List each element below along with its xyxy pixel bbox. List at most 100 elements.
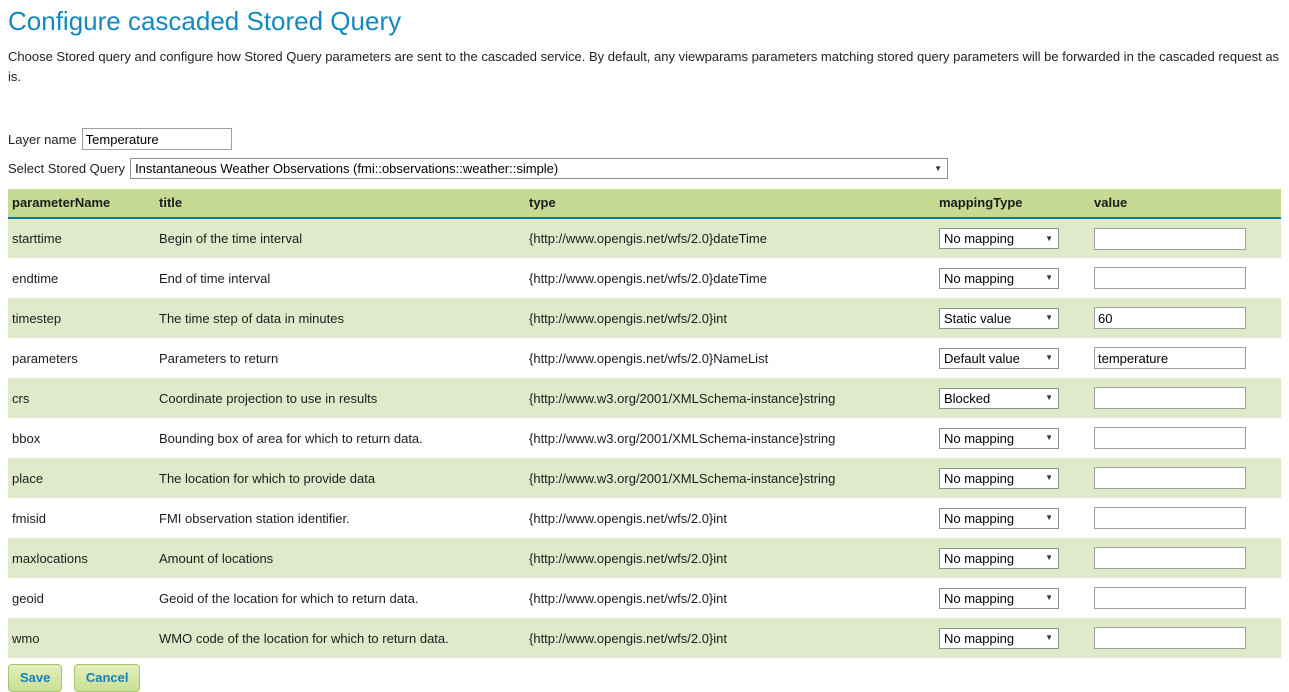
parameter-title-cell: Geoid of the location for which to retur…: [155, 578, 525, 618]
mapping-type-selected-value: Default value: [944, 351, 1020, 366]
mapping-type-select[interactable]: No mapping ▼: [939, 228, 1059, 249]
mapping-type-select[interactable]: Default value ▼: [939, 348, 1059, 369]
table-row: crs Coordinate projection to use in resu…: [8, 378, 1281, 418]
stored-query-selected-value: Instantaneous Weather Observations (fmi:…: [135, 161, 558, 176]
value-cell: [1090, 618, 1281, 658]
value-input[interactable]: [1094, 507, 1246, 529]
layer-name-row: Layer name: [8, 128, 1281, 150]
table-row: parameters Parameters to return {http://…: [8, 338, 1281, 378]
mapping-type-select[interactable]: No mapping ▼: [939, 428, 1059, 449]
stored-query-label: Select Stored Query: [8, 161, 125, 176]
page-description: Choose Stored query and configure how St…: [8, 47, 1281, 86]
layer-name-input[interactable]: [82, 128, 232, 150]
parameter-type-cell: {http://www.opengis.net/wfs/2.0}dateTime: [525, 218, 935, 258]
value-input[interactable]: [1094, 547, 1246, 569]
parameter-type-cell: {http://www.w3.org/2001/XMLSchema-instan…: [525, 418, 935, 458]
table-row: geoid Geoid of the location for which to…: [8, 578, 1281, 618]
layer-name-label: Layer name: [8, 132, 77, 147]
value-cell: [1090, 338, 1281, 378]
chevron-down-icon: ▼: [1045, 235, 1053, 243]
value-input[interactable]: [1094, 427, 1246, 449]
mapping-type-selected-value: No mapping: [944, 551, 1014, 566]
column-header-title: title: [155, 189, 525, 218]
mapping-type-cell: No mapping ▼: [935, 498, 1090, 538]
column-header-type: type: [525, 189, 935, 218]
mapping-type-selected-value: No mapping: [944, 271, 1014, 286]
column-header-mapping-type: mappingType: [935, 189, 1090, 218]
parameter-title-cell: WMO code of the location for which to re…: [155, 618, 525, 658]
mapping-type-cell: No mapping ▼: [935, 218, 1090, 258]
parameter-type-cell: {http://www.w3.org/2001/XMLSchema-instan…: [525, 458, 935, 498]
parameter-name-cell: geoid: [8, 578, 155, 618]
parameters-table: parameterName title type mappingType val…: [8, 189, 1281, 658]
value-cell: [1090, 378, 1281, 418]
column-header-value: value: [1090, 189, 1281, 218]
parameter-name-cell: wmo: [8, 618, 155, 658]
mapping-type-selected-value: No mapping: [944, 471, 1014, 486]
parameter-type-cell: {http://www.opengis.net/wfs/2.0}int: [525, 578, 935, 618]
parameter-name-cell: endtime: [8, 258, 155, 298]
mapping-type-selected-value: No mapping: [944, 631, 1014, 646]
parameter-type-cell: {http://www.opengis.net/wfs/2.0}int: [525, 538, 935, 578]
value-cell: [1090, 538, 1281, 578]
mapping-type-select[interactable]: No mapping ▼: [939, 548, 1059, 569]
mapping-type-select[interactable]: No mapping ▼: [939, 588, 1059, 609]
value-input[interactable]: [1094, 627, 1246, 649]
chevron-down-icon: ▼: [1045, 314, 1053, 322]
parameter-type-cell: {http://www.w3.org/2001/XMLSchema-instan…: [525, 378, 935, 418]
mapping-type-cell: Blocked ▼: [935, 378, 1090, 418]
mapping-type-select[interactable]: Static value ▼: [939, 308, 1059, 329]
mapping-type-select[interactable]: No mapping ▼: [939, 268, 1059, 289]
parameter-name-cell: crs: [8, 378, 155, 418]
value-input[interactable]: [1094, 587, 1246, 609]
table-row: maxlocations Amount of locations {http:/…: [8, 538, 1281, 578]
chevron-down-icon: ▼: [1045, 354, 1053, 362]
table-row: wmo WMO code of the location for which t…: [8, 618, 1281, 658]
mapping-type-selected-value: No mapping: [944, 231, 1014, 246]
parameter-type-cell: {http://www.opengis.net/wfs/2.0}dateTime: [525, 258, 935, 298]
parameter-title-cell: Coordinate projection to use in results: [155, 378, 525, 418]
value-input[interactable]: [1094, 228, 1246, 250]
parameter-name-cell: bbox: [8, 418, 155, 458]
parameter-type-cell: {http://www.opengis.net/wfs/2.0}int: [525, 498, 935, 538]
value-input[interactable]: [1094, 307, 1246, 329]
table-row: place The location for which to provide …: [8, 458, 1281, 498]
parameter-title-cell: End of time interval: [155, 258, 525, 298]
parameter-type-cell: {http://www.opengis.net/wfs/2.0}int: [525, 618, 935, 658]
mapping-type-cell: No mapping ▼: [935, 458, 1090, 498]
column-header-parameter-name: parameterName: [8, 189, 155, 218]
mapping-type-select[interactable]: No mapping ▼: [939, 628, 1059, 649]
table-header-row: parameterName title type mappingType val…: [8, 189, 1281, 218]
save-button[interactable]: Save: [8, 664, 62, 692]
value-input[interactable]: [1094, 267, 1246, 289]
parameter-title-cell: The time step of data in minutes: [155, 298, 525, 338]
parameter-title-cell: Bounding box of area for which to return…: [155, 418, 525, 458]
parameter-type-cell: {http://www.opengis.net/wfs/2.0}int: [525, 298, 935, 338]
chevron-down-icon: ▼: [1045, 554, 1053, 562]
value-input[interactable]: [1094, 347, 1246, 369]
value-cell: [1090, 298, 1281, 338]
cancel-button[interactable]: Cancel: [74, 664, 141, 692]
chevron-down-icon: ▼: [934, 165, 942, 173]
mapping-type-select[interactable]: No mapping ▼: [939, 468, 1059, 489]
parameter-name-cell: timestep: [8, 298, 155, 338]
mapping-type-cell: Static value ▼: [935, 298, 1090, 338]
chevron-down-icon: ▼: [1045, 394, 1053, 402]
mapping-type-select[interactable]: No mapping ▼: [939, 508, 1059, 529]
button-row: Save Cancel: [8, 664, 1281, 692]
table-row: fmisid FMI observation station identifie…: [8, 498, 1281, 538]
stored-query-select[interactable]: Instantaneous Weather Observations (fmi:…: [130, 158, 948, 179]
chevron-down-icon: ▼: [1045, 274, 1053, 282]
mapping-type-cell: No mapping ▼: [935, 258, 1090, 298]
chevron-down-icon: ▼: [1045, 514, 1053, 522]
value-input[interactable]: [1094, 387, 1246, 409]
mapping-type-cell: No mapping ▼: [935, 538, 1090, 578]
parameter-title-cell: FMI observation station identifier.: [155, 498, 525, 538]
parameter-name-cell: parameters: [8, 338, 155, 378]
parameter-title-cell: Begin of the time interval: [155, 218, 525, 258]
value-input[interactable]: [1094, 467, 1246, 489]
chevron-down-icon: ▼: [1045, 434, 1053, 442]
mapping-type-select[interactable]: Blocked ▼: [939, 388, 1059, 409]
value-cell: [1090, 458, 1281, 498]
mapping-type-selected-value: Blocked: [944, 391, 990, 406]
